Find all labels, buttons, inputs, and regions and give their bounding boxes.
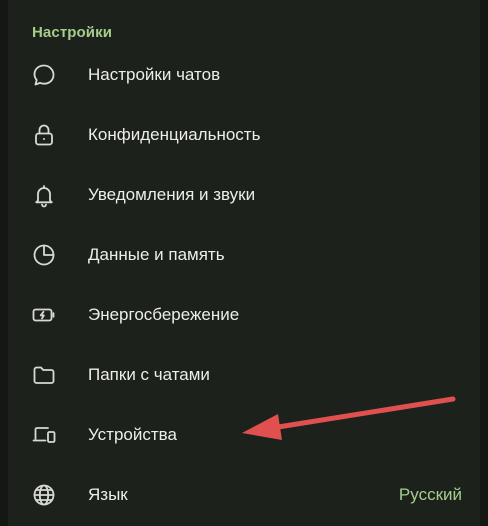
bell-icon — [30, 181, 58, 209]
settings-item-label: Конфиденциальность — [88, 125, 261, 144]
settings-screen: Настройки Настройки чатов Конфиденциальн… — [0, 0, 488, 526]
settings-item-data-storage[interactable]: Данные и память — [8, 225, 480, 285]
settings-item-label: Язык — [88, 485, 128, 504]
settings-item-label: Папки с чатами — [88, 365, 210, 384]
settings-item-label: Данные и память — [88, 245, 225, 264]
settings-item-power-saving[interactable]: Энергосбережение — [8, 285, 480, 345]
lock-icon — [30, 121, 58, 149]
pie-chart-icon — [30, 241, 58, 269]
battery-icon — [30, 301, 58, 329]
globe-icon — [30, 481, 58, 509]
section-title: Настройки — [32, 24, 113, 41]
language-value: Русский — [398, 485, 462, 504]
settings-item-devices[interactable]: Устройства — [8, 405, 480, 465]
settings-item-label: Устройства — [88, 425, 177, 444]
settings-item-chat-settings[interactable]: Настройки чатов — [8, 45, 480, 105]
devices-icon — [30, 421, 58, 449]
folder-icon — [30, 361, 58, 389]
settings-item-privacy[interactable]: Конфиденциальность — [8, 105, 480, 165]
settings-item-label: Уведомления и звуки — [88, 185, 256, 204]
settings-item-notifications[interactable]: Уведомления и звуки — [8, 165, 480, 225]
chat-bubble-icon — [30, 61, 58, 89]
settings-item-chat-folders[interactable]: Папки с чатами — [8, 345, 480, 405]
settings-item-language[interactable]: Язык Русский — [8, 465, 480, 525]
settings-item-label: Энергосбережение — [88, 305, 240, 324]
settings-item-label: Настройки чатов — [88, 65, 221, 84]
